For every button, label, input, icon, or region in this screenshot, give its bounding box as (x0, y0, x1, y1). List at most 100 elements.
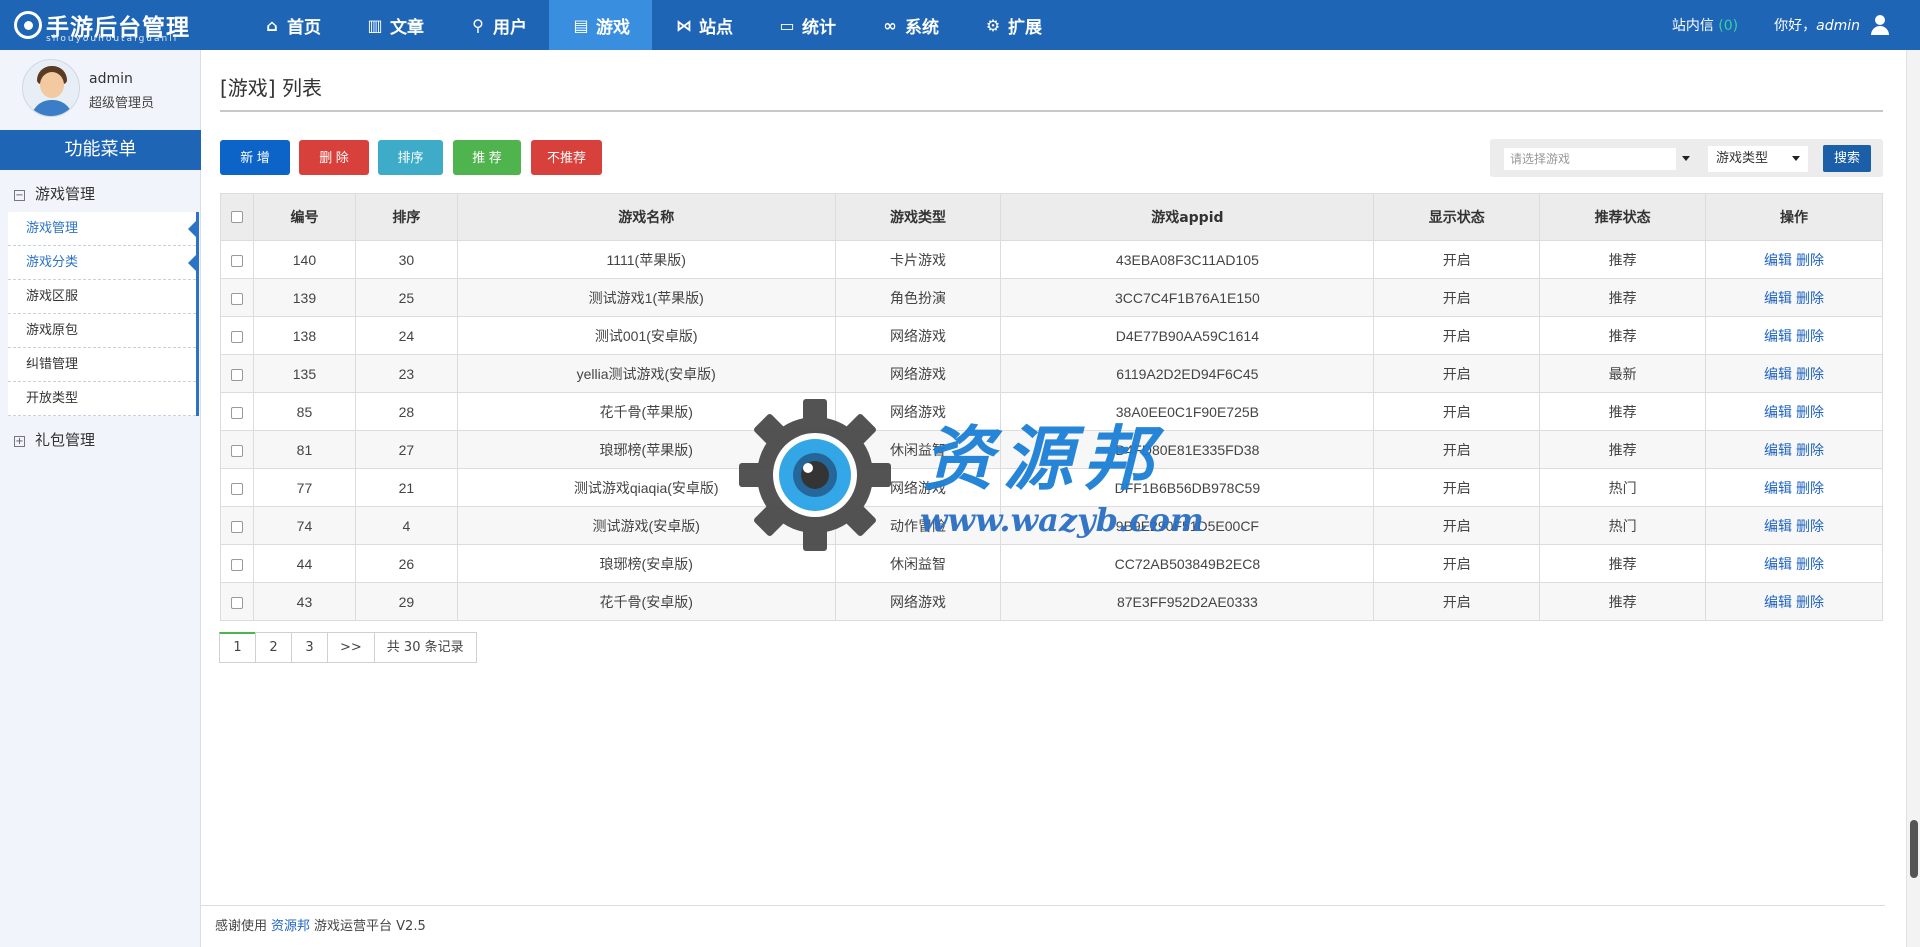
menu-group-gift-management[interactable]: + 礼包管理 (0, 422, 201, 458)
cell-id: 44 (252, 544, 356, 583)
row-select-cell (220, 544, 254, 583)
edit-link[interactable]: 编辑 (1764, 556, 1792, 572)
nav-sites[interactable]: ⋈ 站点 (652, 0, 755, 50)
cell-name: 花千骨(安卓版) (456, 582, 836, 621)
delete-link[interactable]: 删除 (1796, 518, 1824, 534)
game-type-select[interactable]: 游戏类型 (1708, 146, 1808, 172)
sidebar-item-game-package[interactable]: 游戏原包 (8, 314, 196, 348)
nav-label: 统计 (802, 17, 836, 38)
edit-link[interactable]: 编辑 (1764, 442, 1792, 458)
delete-link[interactable]: 删除 (1796, 442, 1824, 458)
page-1-button[interactable]: 1 (219, 632, 256, 663)
row-checkbox[interactable] (230, 368, 243, 381)
edit-link[interactable]: 编辑 (1764, 252, 1792, 268)
row-checkbox[interactable] (230, 292, 243, 305)
row-checkbox[interactable] (230, 482, 243, 495)
cell-actions: 编辑 删除 (1705, 544, 1883, 583)
pagination: 1 2 3 >> 共 30 条记录 (219, 632, 477, 663)
delete-link[interactable]: 删除 (1796, 328, 1824, 344)
column-header[interactable]: 排序 (354, 193, 458, 241)
submenu: 游戏管理 游戏分类 游戏区服 游戏原包 纠错管理 开放类型 (8, 212, 199, 416)
row-checkbox[interactable] (230, 330, 243, 343)
search-button[interactable]: 搜索 (1823, 145, 1871, 172)
cell-actions: 编辑 删除 (1705, 430, 1883, 469)
delete-link[interactable]: 删除 (1796, 594, 1824, 610)
user-greeting[interactable]: 你好，admin (1774, 15, 1860, 35)
nav-users[interactable]: ⚲ 用户 (446, 0, 549, 50)
recommend-button[interactable]: 推 荐 (453, 140, 521, 175)
cell-sort: 24 (354, 316, 458, 355)
cell-appid: 43EBA08F3C11AD105 (1000, 240, 1375, 279)
page-2-button[interactable]: 2 (255, 632, 292, 663)
cell-recommend: 推荐 (1539, 430, 1707, 469)
column-header[interactable]: 显示状态 (1373, 193, 1541, 241)
cell-actions: 编辑 删除 (1705, 354, 1883, 393)
edit-link[interactable]: 编辑 (1764, 290, 1792, 306)
nav-home[interactable]: ⌂ 首页 (240, 0, 343, 50)
game-select[interactable]: 请选择游戏 (1504, 148, 1690, 170)
edit-link[interactable]: 编辑 (1764, 518, 1792, 534)
cell-id: 135 (252, 354, 356, 393)
row-checkbox[interactable] (230, 254, 243, 267)
nav-articles[interactable]: ▥ 文章 (343, 0, 446, 50)
column-header[interactable]: 推荐状态 (1539, 193, 1707, 241)
scrollbar[interactable] (1906, 50, 1920, 947)
delete-link[interactable]: 删除 (1796, 480, 1824, 496)
gear-icon (739, 399, 891, 551)
edit-link[interactable]: 编辑 (1764, 328, 1792, 344)
sort-button[interactable]: 排序 (378, 140, 443, 175)
delete-link[interactable]: 删除 (1796, 290, 1824, 306)
footer-prefix: 感谢使用 (215, 919, 268, 934)
delete-link[interactable]: 删除 (1796, 252, 1824, 268)
delete-link[interactable]: 删除 (1796, 556, 1824, 572)
link-icon: ∞ (883, 15, 897, 35)
edit-link[interactable]: 编辑 (1764, 404, 1792, 420)
cell-actions: 编辑 删除 (1705, 506, 1883, 545)
table-row: 135 23 yellia测试游戏(安卓版) 网络游戏 6119A2D2ED94F6C4… (220, 354, 1883, 393)
nav-extensions[interactable]: ⚙ 扩展 (961, 0, 1064, 50)
sidebar-item-game-category[interactable]: 游戏分类 (8, 246, 196, 280)
nav-stats[interactable]: ▭ 统计 (755, 0, 858, 50)
row-checkbox[interactable] (230, 444, 243, 457)
column-header[interactable]: 游戏类型 (834, 193, 1002, 241)
unrecommend-button[interactable]: 不推荐 (531, 140, 602, 175)
cell-display: 开启 (1373, 240, 1541, 279)
column-header[interactable]: 编号 (252, 193, 356, 241)
sidebar-item-open-type[interactable]: 开放类型 (8, 382, 196, 416)
gear-icon: ⚙ (985, 15, 1001, 35)
footer-link[interactable]: 资源邦 (271, 919, 310, 934)
edit-link[interactable]: 编辑 (1764, 480, 1792, 496)
cell-name: 测试游戏1(苹果版) (456, 278, 836, 317)
column-header[interactable]: 游戏appid (1000, 193, 1375, 241)
sidebar-item-error-correction[interactable]: 纠错管理 (8, 348, 196, 382)
edit-link[interactable]: 编辑 (1764, 594, 1792, 610)
add-button[interactable]: 新 增 (220, 140, 290, 175)
nav-label: 站点 (699, 17, 733, 38)
cell-display: 开启 (1373, 430, 1541, 469)
cell-display: 开启 (1373, 506, 1541, 545)
scrollbar-thumb[interactable] (1910, 820, 1918, 878)
row-checkbox[interactable] (230, 596, 243, 609)
row-checkbox[interactable] (230, 406, 243, 419)
menu-group-game-management[interactable]: − 游戏管理 (0, 176, 201, 212)
sidebar-item-game-management[interactable]: 游戏管理 (8, 212, 196, 246)
app-logo[interactable]: 手游后台管理 shouyouhoutaiguanli (14, 5, 204, 45)
select-all-checkbox[interactable] (230, 211, 243, 223)
row-checkbox[interactable] (230, 558, 243, 571)
edit-link[interactable]: 编辑 (1764, 366, 1792, 382)
delete-link[interactable]: 删除 (1796, 366, 1824, 382)
nav-games[interactable]: ▤ 游戏 (549, 0, 652, 50)
sidebar-item-game-server[interactable]: 游戏区服 (8, 280, 196, 314)
delete-link[interactable]: 删除 (1796, 404, 1824, 420)
nav-label: 游戏 (596, 17, 630, 38)
messages-link[interactable]: 站内信 (0) (1672, 15, 1738, 35)
delete-button[interactable]: 删 除 (299, 140, 369, 175)
row-checkbox[interactable] (230, 520, 243, 533)
cell-sort: 23 (354, 354, 458, 393)
nav-system[interactable]: ∞ 系统 (858, 0, 961, 50)
page-3-button[interactable]: 3 (291, 632, 328, 663)
next-page-button[interactable]: >> (327, 632, 375, 663)
user-avatar-icon[interactable] (1870, 15, 1890, 35)
cell-recommend: 热门 (1539, 468, 1707, 507)
column-header[interactable]: 游戏名称 (456, 193, 836, 241)
